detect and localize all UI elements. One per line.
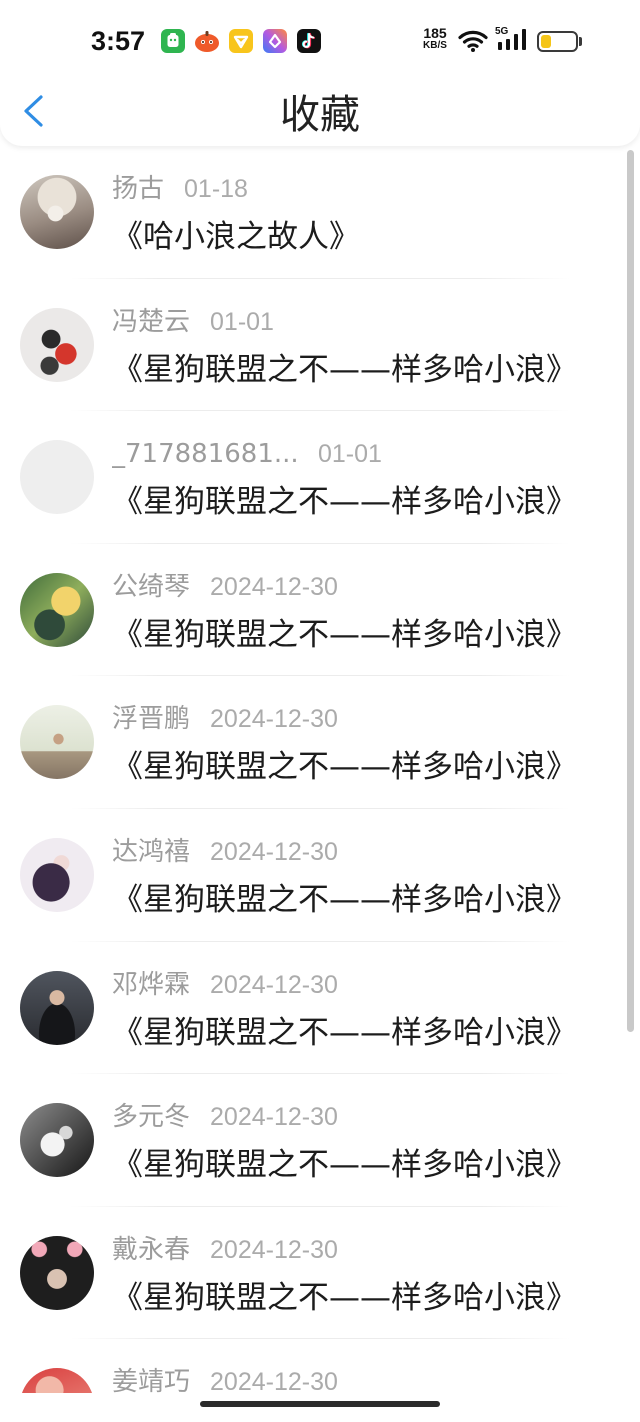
item-date: 2024-12-30: [210, 1103, 338, 1132]
item-title: 《星狗联盟之不——样多哈小浪》: [112, 1014, 577, 1051]
item-meta: 公绮琴 2024-12-30: [112, 571, 338, 603]
item-date: 2024-12-30: [210, 1368, 338, 1393]
cellular-signal-icon: 5G: [495, 26, 529, 52]
avatar[interactable]: [20, 705, 94, 780]
list-item[interactable]: 姜靖巧 2024-12-30: [0, 1339, 640, 1393]
home-indicator[interactable]: [200, 1401, 440, 1407]
item-date: 01-18: [184, 175, 248, 203]
battery-icon: [537, 31, 583, 52]
avatar[interactable]: [20, 307, 94, 382]
orange-app-icon: [195, 29, 219, 53]
user-name: 多元冬: [112, 1102, 191, 1133]
item-meta: 多元冬 2024-12-30: [112, 1101, 338, 1133]
item-title: 《星狗联盟之不——样多哈小浪》: [112, 881, 577, 918]
tiktok-icon: [297, 29, 321, 53]
list-item[interactable]: _717881681... 01-01 《星狗联盟之不——样多哈小浪》: [0, 411, 640, 544]
battery-level: [541, 35, 551, 48]
user-name: 浮晋鹏: [112, 704, 191, 735]
avatar[interactable]: [20, 837, 94, 912]
user-name: 邓烨霖: [112, 969, 191, 1000]
avatar[interactable]: [20, 970, 94, 1045]
user-name: 扬古: [112, 174, 165, 204]
wifi-icon: [457, 28, 489, 52]
item-title: 《星狗联盟之不——样多哈小浪》: [112, 484, 577, 521]
item-meta: 邓烨霖 2024-12-30: [112, 969, 338, 1001]
list-item[interactable]: 浮晋鹏 2024-12-30 《星狗联盟之不——样多哈小浪》: [0, 676, 640, 809]
network-speed-value: 185: [423, 25, 447, 41]
user-name: 达鸿禧: [112, 836, 191, 867]
item-title: 《星狗联盟之不——样多哈小浪》: [112, 1279, 577, 1316]
scrollbar[interactable]: [627, 150, 634, 1032]
list-item[interactable]: 公绮琴 2024-12-30 《星狗联盟之不——样多哈小浪》: [0, 544, 640, 677]
item-title: 《星狗联盟之不——样多哈小浪》: [112, 616, 577, 653]
item-title: 《星狗联盟之不——样多哈小浪》: [112, 1147, 577, 1184]
avatar[interactable]: [20, 572, 94, 647]
green-app-icon: [161, 29, 185, 53]
status-bar: 3:57 185 KB/S 5G: [0, 0, 640, 80]
avatar[interactable]: [20, 1103, 94, 1178]
avatar[interactable]: [20, 175, 94, 249]
avatar[interactable]: [20, 440, 94, 515]
network-speed: 185 KB/S: [419, 26, 451, 52]
item-title: 《星狗联盟之不——样多哈小浪》: [112, 749, 577, 786]
list-item[interactable]: 扬古 01-18 《哈小浪之故人》: [0, 146, 640, 279]
list-item[interactable]: 冯楚云 01-01 《星狗联盟之不——样多哈小浪》: [0, 279, 640, 412]
user-name: 公绮琴: [112, 571, 191, 602]
page-title: 收藏: [280, 92, 360, 138]
item-title: 《星狗联盟之不——样多哈小浪》: [112, 351, 577, 388]
favorites-list: 扬古 01-18 《哈小浪之故人》 冯楚云 01-01 《星狗联盟之不——样多哈…: [0, 146, 640, 1393]
avatar[interactable]: [20, 1235, 94, 1310]
item-title: 《哈小浪之故人》: [112, 219, 360, 255]
list-item[interactable]: 邓烨霖 2024-12-30 《星狗联盟之不——样多哈小浪》: [0, 942, 640, 1075]
user-name: 戴永春: [112, 1234, 191, 1265]
user-name: _717881681...: [112, 439, 298, 470]
item-date: 2024-12-30: [210, 705, 338, 734]
battery-tip: [579, 37, 582, 46]
header: 3:57 185 KB/S 5G 收藏: [0, 0, 640, 146]
item-meta: 姜靖巧 2024-12-30: [112, 1366, 338, 1393]
network-speed-unit: KB/S: [423, 40, 447, 51]
gradient-app-icon: [263, 29, 287, 53]
avatar[interactable]: [20, 1368, 94, 1393]
list-item[interactable]: 达鸿禧 2024-12-30 《星狗联盟之不——样多哈小浪》: [0, 809, 640, 942]
item-meta: 扬古 01-18: [112, 173, 248, 205]
item-meta: 冯楚云 01-01: [112, 306, 274, 338]
yellow-app-icon: [229, 29, 253, 53]
favorites-screen: 3:57 185 KB/S 5G 收藏 扬古 01-18 《哈小浪之故人》 冯楚…: [0, 0, 640, 1422]
battery-body: [537, 31, 578, 52]
list-item[interactable]: 多元冬 2024-12-30 《星狗联盟之不——样多哈小浪》: [0, 1074, 640, 1207]
item-meta: 戴永春 2024-12-30: [112, 1234, 338, 1266]
user-name: 冯楚云: [112, 306, 191, 337]
list-item[interactable]: 戴永春 2024-12-30 《星狗联盟之不——样多哈小浪》: [0, 1207, 640, 1340]
item-meta: 浮晋鹏 2024-12-30: [112, 703, 338, 735]
status-time: 3:57: [91, 26, 146, 56]
item-meta: _717881681... 01-01: [112, 438, 382, 470]
item-date: 2024-12-30: [210, 837, 338, 866]
user-name: 姜靖巧: [112, 1367, 191, 1393]
item-date: 2024-12-30: [210, 970, 338, 999]
item-date: 01-01: [318, 440, 382, 469]
item-date: 2024-12-30: [210, 1235, 338, 1264]
item-date: 01-01: [210, 307, 274, 336]
item-date: 2024-12-30: [210, 572, 338, 601]
item-meta: 达鸿禧 2024-12-30: [112, 836, 338, 868]
